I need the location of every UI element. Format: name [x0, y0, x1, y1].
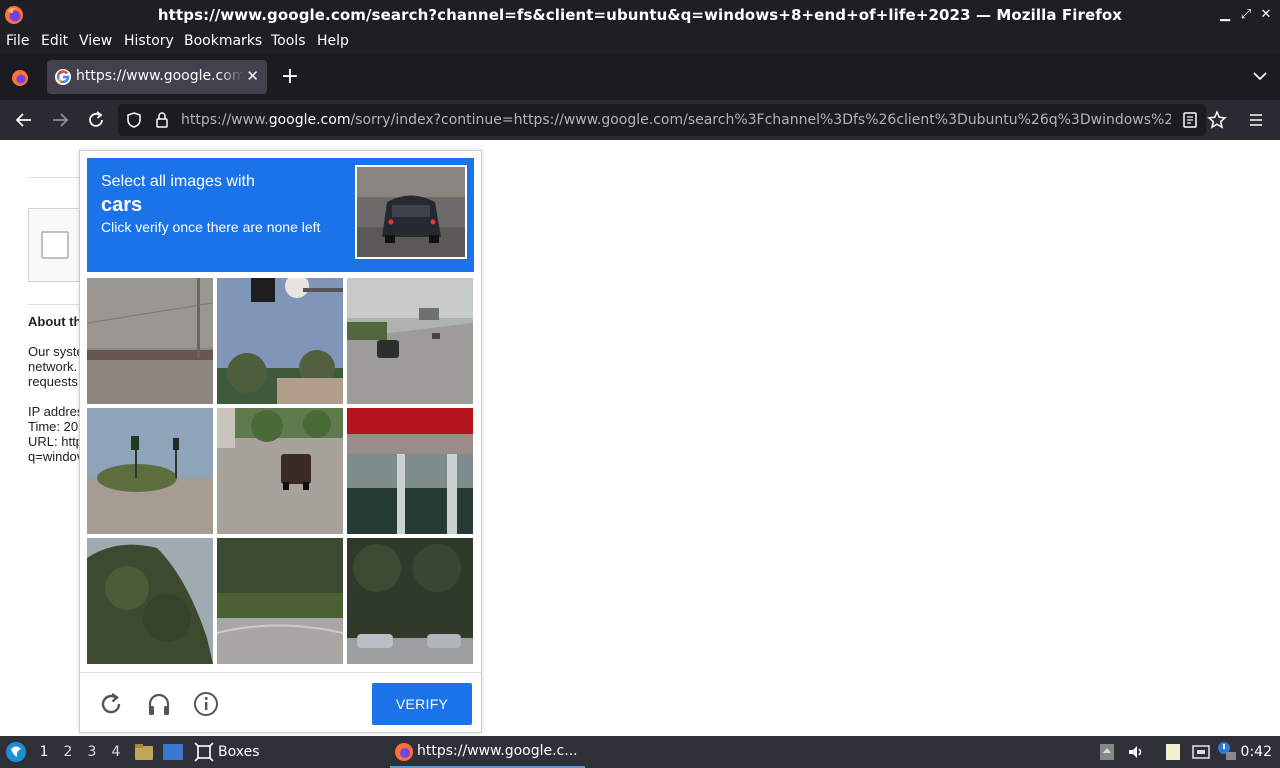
headphones-icon[interactable] [146, 691, 172, 717]
forward-arrow-icon[interactable] [48, 108, 72, 132]
url-bar[interactable]: https://www.google.com/sorry/index?conti… [118, 104, 1206, 136]
info-line-url: URL: http [28, 434, 83, 449]
tab-label: https://www.google.com/sorry/index?conti… [76, 68, 244, 84]
desktop-icon[interactable] [162, 742, 184, 762]
url-text[interactable]: https://www.google.com/sorry/index?conti… [181, 112, 1171, 128]
info-icon[interactable] [193, 691, 219, 717]
body-text-line: network. [28, 359, 78, 374]
workspace-3[interactable]: 3 [84, 744, 100, 760]
info-line-query: q=windov [28, 449, 84, 464]
navigation-bar: https://www.google.com/sorry/index?conti… [0, 100, 1280, 140]
captcha-tile[interactable] [217, 408, 343, 534]
boxes-label[interactable]: Boxes [218, 744, 260, 760]
menu-edit[interactable]: Edit [41, 33, 68, 49]
workspace-4[interactable]: 4 [108, 744, 124, 760]
hamburger-menu-icon[interactable] [1244, 108, 1268, 132]
captcha-tile[interactable] [347, 538, 473, 664]
taskbar: 1 2 3 4 Boxes https://www.google.c... 0:… [0, 736, 1280, 768]
menu-bar: File Edit View History Bookmarks Tools H… [0, 30, 1280, 54]
verify-button[interactable]: VERIFY [372, 683, 472, 725]
challenge-header: Select all images with cars Click verify… [87, 158, 474, 272]
new-tab-icon[interactable]: + [280, 64, 300, 89]
reload-icon[interactable] [84, 108, 108, 132]
captcha-tile[interactable] [87, 278, 213, 404]
volume-icon[interactable] [1127, 743, 1145, 761]
workspace-2[interactable]: 2 [60, 744, 76, 760]
lock-icon[interactable] [152, 110, 172, 130]
network-icon[interactable] [1191, 742, 1211, 762]
boxes-icon[interactable] [194, 742, 214, 762]
reader-view-icon[interactable] [1178, 108, 1202, 132]
menu-tools[interactable]: Tools [271, 33, 306, 49]
captcha-tile[interactable] [87, 408, 213, 534]
info-line-time: Time: 20 [28, 419, 79, 434]
instruction-hint: Click verify once there are none left [101, 219, 321, 235]
clock: 0:42 [1240, 744, 1272, 760]
captcha-tile[interactable] [87, 538, 213, 664]
about-heading: About th [28, 314, 82, 329]
menu-history[interactable]: History [124, 33, 174, 49]
notes-icon[interactable] [1163, 742, 1183, 762]
sample-image [355, 165, 467, 259]
recaptcha-checkbox[interactable] [41, 231, 69, 259]
tab-strip: https://www.google.com/sorry/index?conti… [0, 54, 1280, 100]
instruction-line: Select all images with [101, 173, 255, 190]
task-label: https://www.google.c... [417, 743, 578, 759]
recaptcha-challenge: Select all images with cars Click verify… [79, 150, 482, 733]
window-titlebar: https://www.google.com/search?channel=fs… [0, 0, 1280, 30]
start-menu-icon[interactable] [5, 741, 27, 763]
menu-view[interactable]: View [79, 33, 112, 49]
chevron-down-icon[interactable] [1252, 68, 1268, 84]
shield-icon[interactable] [124, 110, 144, 130]
captcha-tile[interactable] [347, 278, 473, 404]
challenge-footer: VERIFY [80, 672, 481, 732]
tab-google[interactable]: https://www.google.com/sorry/index?conti… [47, 60, 267, 94]
reload-challenge-icon[interactable] [98, 691, 124, 717]
captcha-tile[interactable] [217, 538, 343, 664]
captcha-tile[interactable] [347, 408, 473, 534]
taskbar-firefox-window[interactable]: https://www.google.c... [390, 736, 585, 768]
bookmark-star-icon[interactable] [1205, 108, 1229, 132]
minimize-icon[interactable]: ▁ [1217, 6, 1233, 24]
challenge-target: cars [101, 194, 143, 216]
window-title: https://www.google.com/search?channel=fs… [157, 6, 1123, 24]
body-text-line: requests [28, 374, 78, 389]
maximize-icon[interactable]: ⤢ [1238, 6, 1254, 24]
firefox-icon [395, 743, 413, 761]
back-arrow-icon[interactable] [12, 108, 36, 132]
body-text-line: Our syste [28, 344, 84, 359]
menu-help[interactable]: Help [317, 33, 349, 49]
menu-bookmarks[interactable]: Bookmarks [184, 33, 262, 49]
workspace-1[interactable]: 1 [36, 744, 52, 760]
eject-icon[interactable] [1099, 743, 1115, 761]
captcha-tile[interactable] [217, 278, 343, 404]
notification-icon[interactable] [1216, 740, 1238, 762]
google-favicon-icon [55, 69, 71, 85]
menu-file[interactable]: File [6, 33, 29, 49]
firefox-view-icon[interactable] [10, 68, 30, 88]
info-line-ip: IP addres [28, 404, 84, 419]
tab-close-icon[interactable]: ✕ [246, 67, 259, 85]
file-manager-icon[interactable] [134, 742, 154, 762]
close-icon[interactable]: ✕ [1258, 6, 1274, 24]
